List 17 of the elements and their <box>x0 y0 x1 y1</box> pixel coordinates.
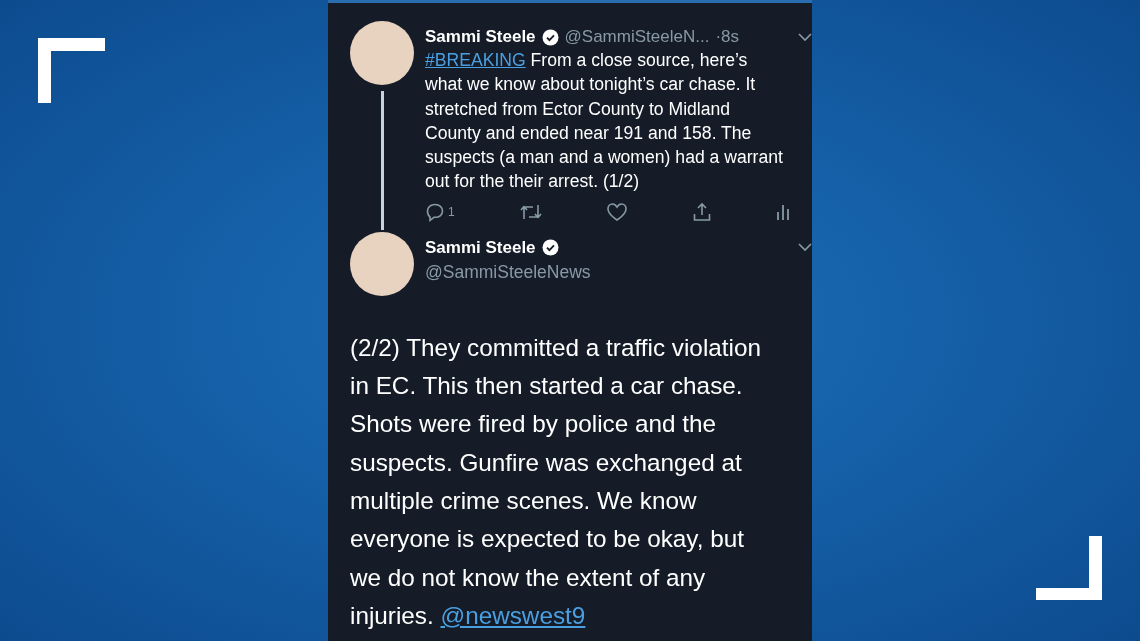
mention-link[interactable]: @newswest9 <box>440 601 586 629</box>
corner-bracket-drawing <box>1036 536 1102 600</box>
heart-icon[interactable] <box>606 201 629 222</box>
reply-icon[interactable] <box>425 201 445 222</box>
hashtag-link[interactable]: #BREAKING <box>425 50 526 70</box>
tweet-text: (2/2) They committed a traffic violation in EC. This then started a car chase. Shots were fired by police and the suspects. Gunfire was exchanged at multiple crime scenes. We know everyone is expected to be okay, but we do not know the extent of any injuries. @newswest9 <box>350 332 762 631</box>
author-handle[interactable]: @SammiSteeleNews <box>425 261 812 283</box>
corner-bracket-drawing <box>38 38 105 103</box>
reply-count: 1 <box>448 204 455 219</box>
share-icon[interactable] <box>692 201 713 222</box>
chevron-down-icon[interactable] <box>798 243 812 253</box>
author-handle[interactable]: @SammiSteeleN... <box>564 27 710 47</box>
author-name[interactable]: Sammi Steele <box>425 27 536 47</box>
tweet-text: #BREAKING From a close source, here’s what we know about tonight’s car chase. It stretched from Ector County to Midland County and ended near 191 and 158. The suspects (a man and a women) had a warrant out for the their arrest. (1/2) <box>425 49 784 194</box>
author-name[interactable]: Sammi Steele <box>425 237 536 258</box>
chevron-down-icon[interactable] <box>798 32 812 42</box>
timestamp: ·8s <box>715 27 739 47</box>
